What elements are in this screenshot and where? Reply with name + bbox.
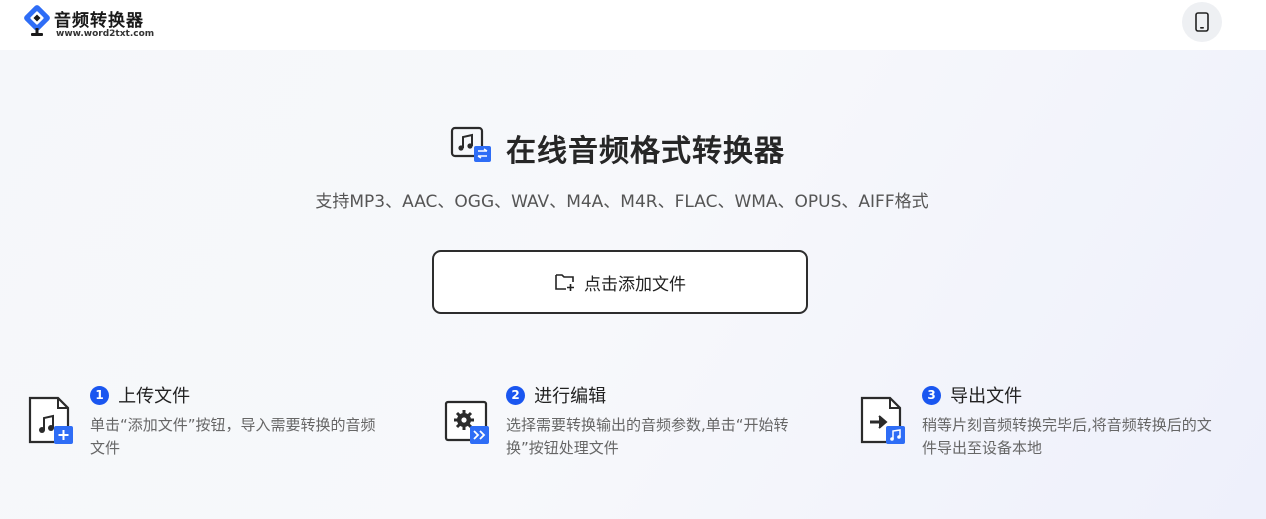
add-file-button[interactable]: 点击添加文件: [432, 250, 808, 314]
step-header: 3 导出文件: [922, 382, 1023, 407]
header: 音频转换器 www.word2txt.com: [0, 0, 1266, 50]
mobile-button[interactable]: [1182, 2, 1222, 42]
settings-file-icon: [444, 400, 489, 444]
step-description: 单击“添加文件”按钮，导入需要转换的音频文件: [90, 416, 376, 457]
step-number: 3: [922, 385, 941, 405]
step-description: 稍等片刻音频转换完毕后,将音频转换后的文件导出至设备本地: [922, 416, 1212, 457]
page-title: 在线音频格式转换器: [506, 134, 785, 169]
step-title: 上传文件: [118, 386, 191, 407]
supported-formats: 支持MP3、AAC、OGG、WAV、M4A、M4R、FLAC、WMA、OPUS、…: [315, 192, 929, 212]
logo-icon: [24, 5, 50, 36]
logo-url: www.word2txt.com: [56, 29, 155, 39]
mobile-phone-icon: [1195, 12, 1209, 32]
step-header: 1 上传文件: [90, 382, 191, 407]
audio-file-add-icon: [28, 396, 73, 444]
step-number: 1: [90, 385, 109, 405]
step-title: 导出文件: [950, 386, 1023, 407]
hero-heading: 在线音频格式转换器: [450, 124, 830, 169]
folder-add-icon: [555, 274, 574, 291]
step-description: 选择需要转换输出的音频参数,单击“开始转换”按钮处理文件: [506, 416, 789, 457]
audio-convert-icon: [450, 126, 491, 162]
logo-title: 音频转换器: [54, 11, 144, 31]
step-header: 2 进行编辑: [506, 382, 607, 407]
step-export: 3 导出文件 稍等片刻音频转换完毕后,将音频转换后的文件导出至设备本地: [860, 380, 1212, 470]
export-file-icon: [860, 396, 905, 444]
step-number: 2: [506, 385, 525, 405]
step-title: 进行编辑: [534, 386, 607, 407]
step-upload: 1 上传文件 单击“添加文件”按钮，导入需要转换的音频文件: [28, 380, 376, 470]
logo[interactable]: 音频转换器 www.word2txt.com: [24, 4, 164, 44]
add-file-label: 点击添加文件: [584, 274, 686, 295]
step-edit: 2 进行编辑 选择需要转换输出的音频参数,单击“开始转换”按钮处理文件: [444, 380, 789, 470]
